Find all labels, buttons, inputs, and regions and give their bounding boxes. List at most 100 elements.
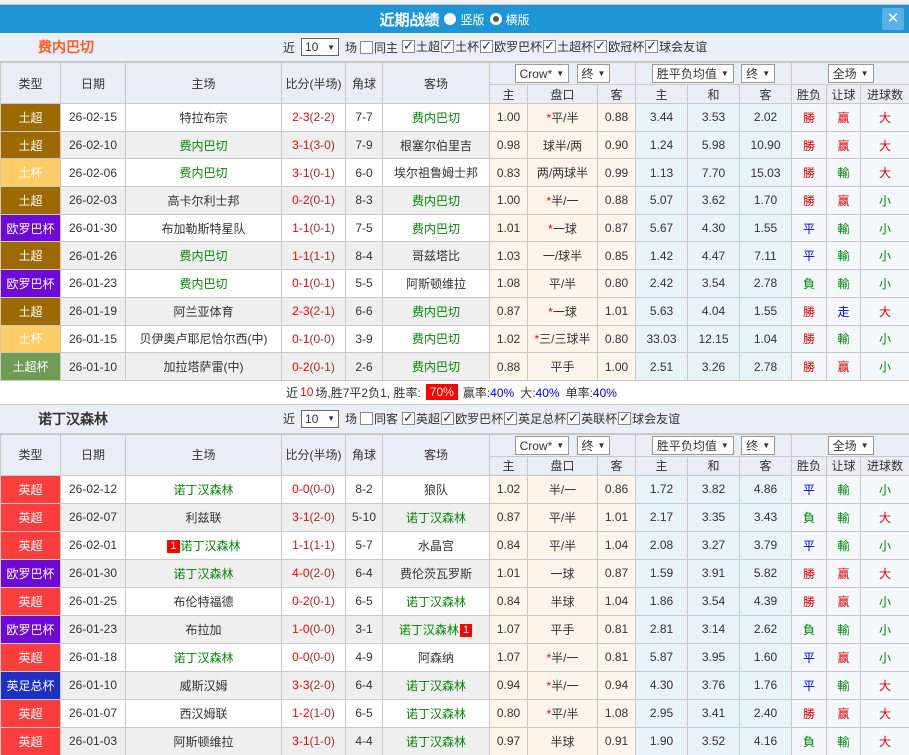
home-team-name: 利兹联 <box>185 510 222 525</box>
goals-result: 小 <box>860 213 909 243</box>
sub-handicap-result: 让球 <box>826 84 862 104</box>
near-label: 近 <box>283 412 296 427</box>
league-filter[interactable]: 欧冠杯 <box>594 38 644 55</box>
league-filter-label: 欧罗巴杯 <box>494 40 543 54</box>
home-team-cell: 利兹联 <box>125 502 282 532</box>
checkbox-checked-icon[interactable] <box>504 410 518 426</box>
league-filter[interactable]: 英超 <box>402 410 440 427</box>
checkbox-checked-icon[interactable] <box>441 410 455 426</box>
away-team-cell: 根塞尔伯里吉 <box>382 130 490 160</box>
home-handicap-odds: 1.01 <box>489 213 528 243</box>
league-filter[interactable]: 土超 <box>402 38 440 55</box>
layout-horizontal-option[interactable]: 横版 <box>489 11 530 28</box>
checkbox-unchecked-icon[interactable] <box>360 412 374 426</box>
away-handicap-odds: 0.81 <box>597 642 636 672</box>
away-handicap-odds: 1.01 <box>597 502 636 532</box>
close-button[interactable]: ✕ <box>882 8 904 30</box>
match-result: 勝 <box>791 352 828 381</box>
league-filter-label: 球会友谊 <box>659 40 708 54</box>
modal-title: 近期战绩 <box>379 11 440 29</box>
stage-select[interactable]: 终 <box>576 63 611 83</box>
league-filter[interactable]: 球会友谊 <box>645 38 707 55</box>
match-count-select[interactable]: 10 <box>301 38 340 56</box>
draw-avg: 3.52 <box>687 726 740 755</box>
league-filter[interactable]: 球会友谊 <box>618 410 680 427</box>
full-score: 0-1 <box>292 331 310 346</box>
result-group-header: 全场 <box>791 433 909 457</box>
stage-select-2[interactable]: 终 <box>741 435 776 455</box>
away-team-cell: 诺丁汉森林 <box>382 698 490 728</box>
checkbox-checked-icon[interactable] <box>594 38 608 54</box>
checkbox-checked-icon[interactable] <box>567 410 581 426</box>
bookmaker-select-value: Crow* <box>519 438 553 453</box>
away-handicap-odds: 1.04 <box>597 586 636 616</box>
league-filter-label: 英联杯 <box>581 411 618 426</box>
home-team-cell: 西汉姆联 <box>125 698 282 728</box>
half-score: (2-0) <box>309 678 335 693</box>
away-team-name: 诺丁汉森林 <box>405 678 466 693</box>
same-home-filter[interactable]: 同主 <box>360 39 398 56</box>
table-row: 土超 26-01-26 费内巴切 1-1(1-1) 8-4 哥兹塔比 1.03 一/球半 0.8… <box>0 241 909 271</box>
league-badge: 英超 <box>0 474 61 504</box>
checkbox-unchecked-icon[interactable] <box>360 40 374 54</box>
radio-unselected-icon[interactable] <box>444 13 457 25</box>
goals-result: 小 <box>860 186 909 215</box>
same-away-filter[interactable]: 同客 <box>360 410 398 427</box>
match-date: 26-02-01 <box>60 530 126 560</box>
table-row: 英超 26-02-01 1 诺丁汉森林 1-1(1-1) 5-7 水晶宫 0.84 平/半 1.0… <box>0 530 909 560</box>
bookmaker-select[interactable]: Crow* <box>514 64 570 84</box>
away-team-name: 费内巴切 <box>411 332 460 347</box>
scope-select[interactable]: 全场 <box>827 64 874 83</box>
checkbox-checked-icon[interactable] <box>441 38 455 54</box>
home-handicap-odds: 1.00 <box>489 103 528 132</box>
fenerbahce-results-table: 类型 日期 主场 比分(半场) 角球 客场 Crow* 终 胜平负均值 终 全场 <box>0 62 909 381</box>
handicap-result: 赢 <box>826 103 862 132</box>
checkbox-checked-icon[interactable] <box>618 410 632 426</box>
league-filter[interactable]: 土超杯 <box>543 38 593 55</box>
league-filter[interactable]: 欧罗巴杯 <box>441 410 503 427</box>
stage-select[interactable]: 终 <box>576 435 611 455</box>
league-filter[interactable]: 英联杯 <box>567 410 617 427</box>
half-score: (0-1) <box>309 359 335 374</box>
corner-count: 6-0 <box>345 158 383 188</box>
goals-result: 小 <box>860 474 909 504</box>
matches-label: 场 <box>345 40 358 55</box>
league-badge: 英足总杯 <box>0 670 61 700</box>
checkbox-checked-icon[interactable] <box>645 38 659 54</box>
table-row: 英超 26-01-07 西汉姆联 1-2(1-0) 6-5 诺丁汉森林 0.80 *平/半 1.… <box>0 698 909 728</box>
checkbox-checked-icon[interactable] <box>402 38 416 54</box>
stage-select-2[interactable]: 终 <box>741 64 776 83</box>
corner-count: 6-5 <box>345 698 383 728</box>
draw-avg: 3.27 <box>687 530 740 560</box>
scope-select[interactable]: 全场 <box>827 435 874 455</box>
sub-result: 胜负 <box>791 84 828 104</box>
handicap-line: *半/一 <box>527 670 598 700</box>
col-date: 日期 <box>60 433 126 476</box>
avg-select[interactable]: 胜平负均值 <box>651 435 734 455</box>
avg-select[interactable]: 胜平负均值 <box>651 64 734 83</box>
checkbox-checked-icon[interactable] <box>480 38 494 54</box>
home-team-name: 布伦特福德 <box>173 594 234 609</box>
sub-handicap: 盘口 <box>527 455 598 476</box>
league-filter[interactable]: 土杯 <box>441 38 479 55</box>
checkbox-checked-icon[interactable] <box>402 410 416 426</box>
home-team-cell: 费内巴切 <box>125 241 282 271</box>
goals-result: 大 <box>860 670 909 700</box>
home-handicap-odds: 0.84 <box>489 586 528 616</box>
bookmaker-select[interactable]: Crow* <box>514 436 570 456</box>
rank-badge: 1 <box>459 623 473 637</box>
corner-count: 6-4 <box>345 558 383 588</box>
league-filter[interactable]: 英足总杯 <box>504 410 566 427</box>
handicap-result: 輸 <box>826 530 862 560</box>
half-score: (1-0) <box>309 734 335 749</box>
draw-avg: 3.14 <box>687 614 740 644</box>
win-avg: 1.86 <box>635 586 688 616</box>
win-avg: 2.51 <box>635 352 688 381</box>
match-count-select[interactable]: 10 <box>301 409 340 428</box>
home-team-cell: 诺丁汉森林 <box>125 474 282 504</box>
radio-selected-icon[interactable] <box>489 13 502 25</box>
league-filter[interactable]: 欧罗巴杯 <box>480 38 542 55</box>
checkbox-checked-icon[interactable] <box>543 38 557 54</box>
away-team-name: 费内巴切 <box>411 360 460 375</box>
layout-vertical-option[interactable]: 竖版 <box>444 11 485 28</box>
